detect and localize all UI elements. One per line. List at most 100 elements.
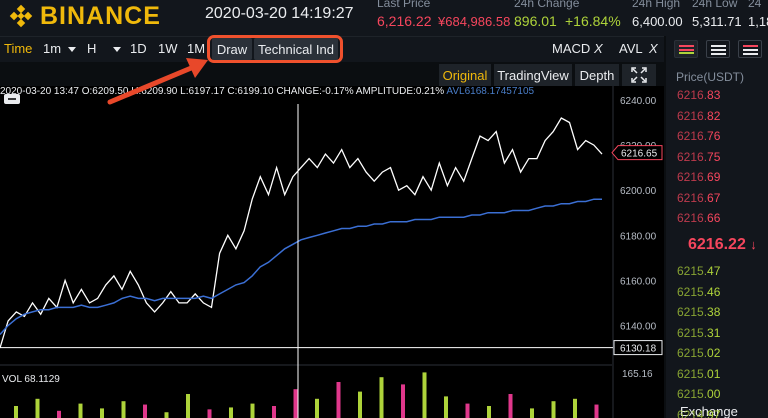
orderbook-last-price: 6216.22 ↓: [688, 236, 757, 254]
volume-bar: [207, 409, 212, 418]
bid-price-main: 6214.: [677, 407, 708, 418]
binance-logo[interactable]: BINANCE: [8, 2, 178, 30]
volume-bar: [272, 406, 276, 418]
bid-row[interactable]: 6215.31: [677, 326, 720, 344]
avl-close-icon[interactable]: X: [649, 41, 658, 56]
high-value: 6,400.00: [632, 14, 683, 29]
volume-bar: [78, 403, 83, 418]
volume-bar: [422, 372, 427, 418]
volume-bar: [508, 394, 513, 418]
orderbook-bids-icon[interactable]: [738, 40, 762, 58]
interval-1month-button[interactable]: 1M: [187, 41, 205, 56]
binance-diamond-icon: [9, 4, 33, 28]
ask-row[interactable]: 6216.76: [677, 129, 720, 147]
bid-price-main: 6215.: [677, 264, 708, 278]
bid-row[interactable]: 6215.01: [677, 367, 720, 385]
ask-price-main: 6216.: [677, 190, 708, 205]
avl-line: [0, 198, 602, 336]
macd-close-icon[interactable]: X: [594, 41, 603, 56]
bid-row[interactable]: 6215.00: [677, 387, 720, 405]
change-label: 24h Change: [514, 0, 580, 10]
ask-row[interactable]: 6216.67: [677, 191, 720, 209]
volume-bar: [487, 406, 491, 418]
bid-price-decimal: 01: [707, 366, 721, 381]
time-interval-button[interactable]: Time: [4, 41, 32, 56]
change-percent: +16.84%: [565, 13, 621, 29]
avl-value: AVL6168.17457105: [446, 86, 535, 97]
orderbook-asks-icon[interactable]: [706, 40, 730, 58]
bid-row[interactable]: 6215.38: [677, 305, 720, 323]
interval-1w-button[interactable]: 1W: [158, 41, 178, 56]
high-label: 24h High: [632, 0, 681, 10]
volume-bar: [229, 407, 233, 418]
bid-price-decimal: 97: [707, 407, 721, 418]
order-book-panel: Price(USDT) 6216.22 ↓ Exchange 6216.83 62…: [664, 36, 768, 418]
volume-label: 24: [748, 0, 762, 10]
bid-price-main: 6215.: [677, 305, 708, 319]
tab-tradingview[interactable]: TradingView: [494, 64, 572, 86]
volume-bar: [14, 406, 18, 418]
orderbook-both-icon[interactable]: [674, 40, 698, 58]
bid-row[interactable]: 6214.97: [677, 408, 720, 418]
bid-price-decimal: 02: [707, 346, 721, 360]
bid-row[interactable]: 6215.02: [677, 346, 720, 364]
bid-price-decimal: 31: [707, 325, 721, 340]
server-datetime: 2020-03-20 14:19:27: [205, 5, 354, 22]
volume-axis-label: 165.16: [622, 369, 653, 380]
interval-1m-select[interactable]: 1m: [43, 41, 61, 56]
ask-row[interactable]: 6216.75: [677, 150, 720, 168]
low-label: 24h Low: [692, 0, 738, 10]
volume-bar: [57, 410, 61, 418]
tab-original[interactable]: Original: [439, 64, 491, 86]
ask-price-decimal: 83: [707, 88, 721, 102]
price-column-header: Price(USDT): [676, 70, 744, 84]
price-chart[interactable]: 6240.006220.006200.006180.006160.006140.…: [0, 86, 664, 418]
ask-price-decimal: 67: [707, 190, 721, 205]
volume-bar: [530, 408, 534, 418]
tab-depth[interactable]: Depth: [575, 64, 619, 86]
volume-bar: [315, 398, 319, 418]
volume-bar: [551, 401, 556, 418]
bid-price-decimal: 47: [707, 264, 721, 278]
ask-row[interactable]: 6216.82: [677, 109, 720, 127]
top-header: BINANCE 2020-03-20 14:19:27 Last Price 6…: [0, 0, 768, 36]
volume-bar: [444, 396, 448, 418]
volume-bar: [573, 398, 577, 418]
volume-bar: [164, 412, 169, 418]
ohlc-text: 2020-03-20 13:47 O:6209.50 H:6209.90 L:6…: [0, 86, 445, 97]
arrow-down-icon: ↓: [750, 237, 757, 252]
chart-canvas[interactable]: 6240.006220.006200.006180.006160.006140.…: [0, 86, 664, 418]
crosshair-price-tag-text: 6130.18: [620, 344, 657, 355]
volume-bar: [336, 382, 341, 418]
ask-price-main: 6216.: [677, 88, 708, 102]
bid-row[interactable]: 6215.46: [677, 285, 720, 303]
volume-bar: [358, 391, 362, 418]
current-price-tag-text: 6216.65: [621, 149, 658, 160]
y-tick-label: 6160.00: [620, 276, 657, 287]
bid-price-main: 6215.: [677, 366, 708, 381]
ask-row[interactable]: 6216.66: [677, 211, 720, 229]
ask-row[interactable]: 6216.69: [677, 170, 720, 188]
volume-bar: [143, 404, 147, 418]
bid-row[interactable]: 6215.47: [677, 264, 720, 282]
y-tick-label: 6200.00: [620, 186, 657, 197]
last-price-label: Last Price: [377, 0, 431, 10]
volume-bar: [100, 408, 104, 418]
volume-bar: [401, 384, 405, 418]
interval-1d-button[interactable]: 1D: [130, 41, 147, 56]
fullscreen-icon[interactable]: [622, 64, 656, 86]
ask-price-main: 6216.: [677, 149, 708, 164]
bid-price-decimal: 46: [707, 284, 721, 299]
volume-label: VOL 68.1129: [2, 374, 60, 385]
ask-price-main: 6216.: [677, 211, 708, 225]
last-price-value: 6,216.22: [377, 13, 432, 29]
price-line: [0, 117, 603, 349]
volume-bar: [35, 398, 40, 418]
last-price-cny: ¥684,986.58: [438, 14, 511, 29]
bid-price-main: 6215.: [677, 284, 708, 299]
y-tick-label: 6180.00: [620, 231, 657, 242]
ohlc-info: 2020-03-20 13:47 O:6209.50 H:6209.90 L:6…: [0, 86, 534, 97]
ask-row[interactable]: 6216.83: [677, 88, 720, 106]
interval-h-select[interactable]: H: [87, 41, 96, 56]
last-price-text: 6216.22: [688, 236, 746, 253]
